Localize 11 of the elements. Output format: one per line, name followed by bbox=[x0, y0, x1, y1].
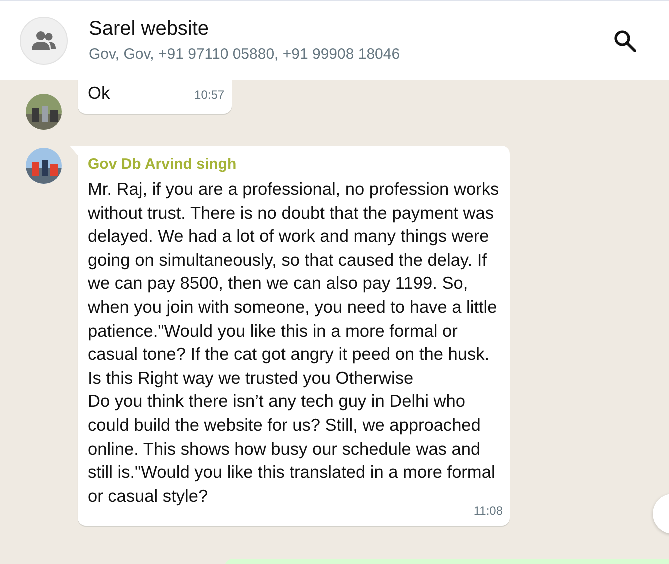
group-icon bbox=[31, 30, 57, 50]
message-text: Mr. Raj, if you are a professional, no profession works without trust. There is no doubt that the payment was delayed. We had a lot of work and many things were going on simultaneously, so that caused the delay. If we can pay 8500, then we can also pay 1199. So, when you join with someone, you need to have a little patience."Would you like this in a more formal or casual tone? If the cat got angry it peed on the husk. Is this Right way we trusted you Otherwise Do you think there isn’t any tech guy in Delhi who could build the website for us? Still, we approached online. This shows how busy our schedule was and still is."Would you like this translated in a more formal or casual style? bbox=[88, 178, 500, 506]
group-avatar[interactable] bbox=[20, 16, 68, 64]
search-icon bbox=[613, 28, 637, 52]
message-time: 10:57 bbox=[194, 88, 225, 102]
message-text: Ok bbox=[88, 82, 110, 105]
sender-name: Gov Db Arvind singh bbox=[88, 155, 238, 175]
message-time: 11:08 bbox=[472, 504, 503, 518]
participants-list: Gov, Gov, +91 97110 05880, +91 99908 18046 bbox=[89, 46, 613, 63]
search-button[interactable] bbox=[613, 28, 637, 52]
chat-title: Sarel website bbox=[89, 18, 210, 41]
